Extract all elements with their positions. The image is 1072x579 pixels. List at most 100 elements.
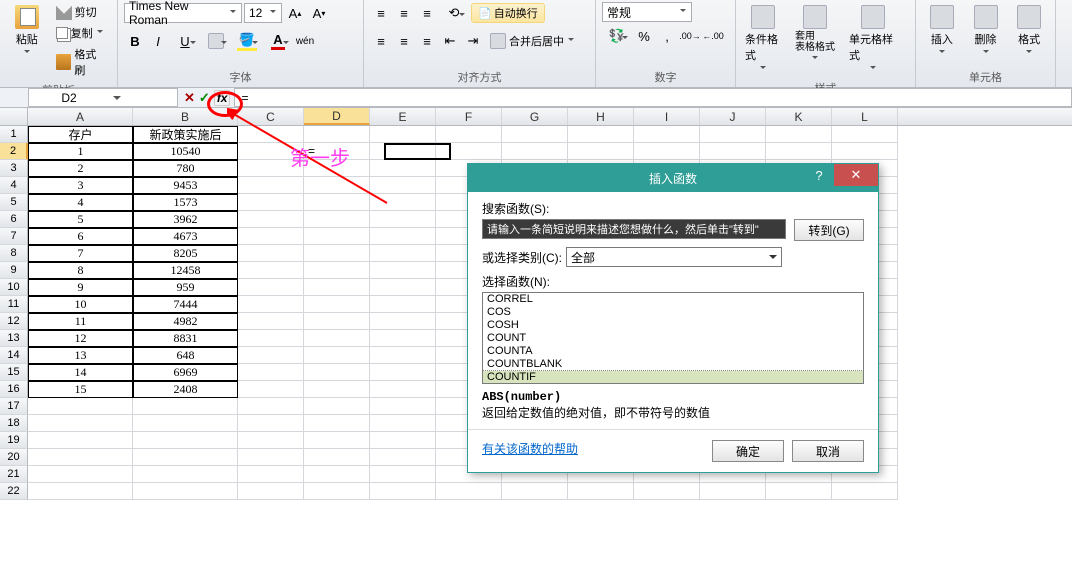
row-header-20[interactable]: 20 xyxy=(0,449,28,466)
cancel-formula-icon[interactable]: ✕ xyxy=(184,90,195,106)
go-button[interactable]: 转到(G) xyxy=(794,219,864,241)
name-box-dropdown-icon[interactable] xyxy=(109,92,125,104)
align-right-button[interactable]: ≡ xyxy=(416,30,438,52)
cell-C4[interactable] xyxy=(238,177,304,194)
insert-function-button[interactable]: fx xyxy=(214,90,231,106)
row-header-10[interactable]: 10 xyxy=(0,279,28,296)
cell-B20[interactable] xyxy=(133,449,238,466)
cell-E5[interactable] xyxy=(370,194,436,211)
cell-A11[interactable]: 10 xyxy=(28,296,133,313)
cell-I22[interactable] xyxy=(634,483,700,500)
grow-font-button[interactable]: A▴ xyxy=(284,2,306,24)
column-header-D[interactable]: D xyxy=(304,108,370,125)
cell-A6[interactable]: 5 xyxy=(28,211,133,228)
align-top-button[interactable]: ≡ xyxy=(370,2,392,24)
cell-H2[interactable] xyxy=(568,143,634,160)
cell-L22[interactable] xyxy=(832,483,898,500)
cell-C3[interactable] xyxy=(238,160,304,177)
cell-C16[interactable] xyxy=(238,381,304,398)
cell-C14[interactable] xyxy=(238,347,304,364)
cell-C11[interactable] xyxy=(238,296,304,313)
row-header-15[interactable]: 15 xyxy=(0,364,28,381)
cell-A9[interactable]: 8 xyxy=(28,262,133,279)
accept-formula-icon[interactable]: ✓ xyxy=(199,90,210,106)
cell-D2[interactable]: = xyxy=(304,143,370,160)
cell-E21[interactable] xyxy=(370,466,436,483)
cell-B3[interactable]: 780 xyxy=(133,160,238,177)
cell-A5[interactable]: 4 xyxy=(28,194,133,211)
cell-L1[interactable] xyxy=(832,126,898,143)
cell-C8[interactable] xyxy=(238,245,304,262)
column-header-C[interactable]: C xyxy=(238,108,304,125)
cell-C2[interactable] xyxy=(238,143,304,160)
name-box-input[interactable] xyxy=(29,91,109,105)
cell-C19[interactable] xyxy=(238,432,304,449)
search-function-input[interactable] xyxy=(482,219,786,239)
row-header-12[interactable]: 12 xyxy=(0,313,28,330)
number-format-combo[interactable]: 常规 xyxy=(602,2,692,22)
cell-C22[interactable] xyxy=(238,483,304,500)
cell-B16[interactable]: 2408 xyxy=(133,381,238,398)
copy-button[interactable]: 复制 xyxy=(52,23,111,43)
function-item-count[interactable]: COUNT xyxy=(483,332,863,345)
cell-A22[interactable] xyxy=(28,483,133,500)
cell-A20[interactable] xyxy=(28,449,133,466)
cell-F2[interactable] xyxy=(436,143,502,160)
align-middle-button[interactable]: ≡ xyxy=(393,2,415,24)
column-header-A[interactable]: A xyxy=(28,108,133,125)
cell-B11[interactable]: 7444 xyxy=(133,296,238,313)
column-header-B[interactable]: B xyxy=(133,108,238,125)
cell-E11[interactable] xyxy=(370,296,436,313)
cell-E19[interactable] xyxy=(370,432,436,449)
cell-B17[interactable] xyxy=(133,398,238,415)
comma-button[interactable]: , xyxy=(656,25,678,47)
format-cells-button[interactable]: 格式 xyxy=(1009,2,1049,62)
cell-A14[interactable]: 13 xyxy=(28,347,133,364)
cell-C5[interactable] xyxy=(238,194,304,211)
cell-D8[interactable] xyxy=(304,245,370,262)
cell-I2[interactable] xyxy=(634,143,700,160)
cell-G2[interactable] xyxy=(502,143,568,160)
cell-D10[interactable] xyxy=(304,279,370,296)
cell-F1[interactable] xyxy=(436,126,502,143)
cell-B7[interactable]: 4673 xyxy=(133,228,238,245)
dialog-help-button[interactable]: ? xyxy=(804,164,834,186)
cell-D17[interactable] xyxy=(304,398,370,415)
phonetic-button[interactable]: wén xyxy=(294,30,316,52)
wrap-text-button[interactable]: 📄自动换行 xyxy=(471,3,545,23)
cell-E6[interactable] xyxy=(370,211,436,228)
cell-styles-button[interactable]: 单元格样式 xyxy=(846,2,900,78)
orientation-button[interactable]: ⟲ xyxy=(439,2,469,24)
formula-bar[interactable]: = xyxy=(234,88,1072,107)
row-header-4[interactable]: 4 xyxy=(0,177,28,194)
cell-C10[interactable] xyxy=(238,279,304,296)
column-header-G[interactable]: G xyxy=(502,108,568,125)
row-header-6[interactable]: 6 xyxy=(0,211,28,228)
cell-C20[interactable] xyxy=(238,449,304,466)
cell-D18[interactable] xyxy=(304,415,370,432)
cell-D19[interactable] xyxy=(304,432,370,449)
cell-E15[interactable] xyxy=(370,364,436,381)
cond-format-button[interactable]: 条件格式 xyxy=(742,2,784,78)
cell-D3[interactable] xyxy=(304,160,370,177)
row-header-22[interactable]: 22 xyxy=(0,483,28,500)
cell-A15[interactable]: 14 xyxy=(28,364,133,381)
cell-C17[interactable] xyxy=(238,398,304,415)
italic-button[interactable]: I xyxy=(147,30,169,52)
cell-E20[interactable] xyxy=(370,449,436,466)
column-header-H[interactable]: H xyxy=(568,108,634,125)
cell-J1[interactable] xyxy=(700,126,766,143)
row-header-13[interactable]: 13 xyxy=(0,330,28,347)
cell-B9[interactable]: 12458 xyxy=(133,262,238,279)
cell-A3[interactable]: 2 xyxy=(28,160,133,177)
cell-A10[interactable]: 9 xyxy=(28,279,133,296)
table-format-button[interactable]: 套用 表格格式 xyxy=(788,2,842,68)
cell-B2[interactable]: 10540 xyxy=(133,143,238,160)
row-header-1[interactable]: 1 xyxy=(0,126,28,143)
fill-color-button[interactable]: 🪣 xyxy=(232,30,262,52)
cell-K2[interactable] xyxy=(766,143,832,160)
row-header-7[interactable]: 7 xyxy=(0,228,28,245)
cell-A17[interactable] xyxy=(28,398,133,415)
cell-D21[interactable] xyxy=(304,466,370,483)
cell-B14[interactable]: 648 xyxy=(133,347,238,364)
